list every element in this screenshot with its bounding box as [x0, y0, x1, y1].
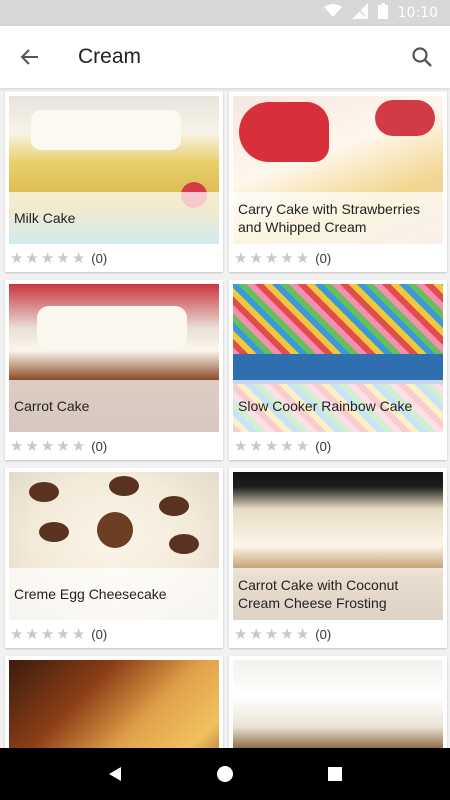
star-icon: ★	[40, 437, 55, 455]
recipe-title: Slow Cooker Rainbow Cake	[233, 380, 443, 432]
rating: ★ ★ ★ ★ ★ (0)	[233, 620, 443, 648]
recipe-card[interactable]: Carrot Cake ★ ★ ★ ★ ★ (0)	[5, 280, 223, 460]
star-icon: ★	[56, 625, 70, 643]
star-icon: ★	[249, 249, 263, 267]
recipe-grid[interactable]: Milk Cake ★ ★ ★ ★ ★ (0) Carry Cake with Stra…	[0, 92, 450, 748]
recipe-image: Milk Cake	[9, 96, 219, 244]
star-icon: ★	[10, 625, 24, 643]
star-icon: ★	[56, 437, 70, 455]
star-icon: ★	[25, 437, 39, 455]
rating: ★ ★ ★ ★ ★ (0)	[9, 244, 219, 272]
recipe-image: Creme Egg Cheesecake	[9, 472, 219, 620]
search-icon	[412, 47, 432, 67]
star-icon: ★	[40, 249, 55, 267]
recipe-card[interactable]: Carrot Cake with Coconut Cream Cheese Fr…	[229, 468, 447, 648]
star-icon: ★	[234, 437, 248, 455]
recipe-card[interactable]: Slow Cooker Rainbow Cake ★ ★ ★ ★ ★ (0)	[229, 280, 447, 460]
arrow-left-icon	[20, 49, 38, 65]
app-bar: Cream	[0, 26, 450, 88]
signal-icon	[351, 3, 368, 23]
star-icon: ★	[71, 625, 86, 643]
star-icon: ★	[10, 437, 24, 455]
star-icon: ★	[295, 249, 310, 267]
recipe-title: Carry Cake with Strawberries and Whipped…	[233, 192, 443, 244]
page-title: Cream	[78, 45, 142, 68]
status-time: 10:10	[397, 5, 438, 21]
star-icon: ★	[280, 437, 294, 455]
nav-home-button[interactable]	[205, 754, 245, 794]
system-nav-bar	[0, 748, 450, 800]
star-icon: ★	[264, 625, 279, 643]
recipe-image: Slow Cooker Rainbow Cake	[233, 284, 443, 432]
recipe-image: Carry Cake with Strawberries and Whipped…	[233, 96, 443, 244]
recipe-card[interactable]	[5, 656, 223, 748]
nav-back-button[interactable]	[95, 754, 135, 794]
nav-recents-button[interactable]	[315, 754, 355, 794]
star-icon: ★	[249, 437, 263, 455]
recipe-title: Milk Cake	[9, 192, 219, 244]
rating-count: (0)	[315, 626, 332, 642]
star-icon: ★	[10, 249, 24, 267]
recipe-image	[233, 660, 443, 748]
star-icon: ★	[249, 625, 263, 643]
rating: ★ ★ ★ ★ ★ (0)	[233, 244, 443, 272]
star-icon: ★	[40, 625, 55, 643]
back-button[interactable]	[0, 26, 60, 88]
star-icon: ★	[295, 625, 310, 643]
rating-count: (0)	[315, 250, 332, 266]
star-icon: ★	[71, 249, 86, 267]
recipe-card[interactable]	[229, 656, 447, 748]
recipe-image	[9, 660, 219, 748]
square-recents-icon	[328, 767, 342, 781]
rating-count: (0)	[91, 438, 108, 454]
recipe-image: Carrot Cake	[9, 284, 219, 432]
recipe-image: Carrot Cake with Coconut Cream Cheese Fr…	[233, 472, 443, 620]
star-icon: ★	[280, 625, 294, 643]
star-icon: ★	[25, 249, 39, 267]
rating: ★ ★ ★ ★ ★ (0)	[9, 620, 219, 648]
rating-count: (0)	[315, 438, 332, 454]
circle-home-icon	[217, 766, 233, 782]
recipe-title: Carrot Cake	[9, 380, 219, 432]
rating: ★ ★ ★ ★ ★ (0)	[9, 432, 219, 460]
battery-icon	[377, 3, 388, 23]
recipe-card[interactable]: Carry Cake with Strawberries and Whipped…	[229, 92, 447, 272]
star-icon: ★	[56, 249, 70, 267]
recipe-title: Creme Egg Cheesecake	[9, 568, 219, 620]
rating-count: (0)	[91, 250, 108, 266]
star-icon: ★	[234, 625, 248, 643]
star-icon: ★	[25, 625, 39, 643]
recipe-card[interactable]: Milk Cake ★ ★ ★ ★ ★ (0)	[5, 92, 223, 272]
recipe-title: Carrot Cake with Coconut Cream Cheese Fr…	[233, 568, 443, 620]
recipe-card[interactable]: Creme Egg Cheesecake ★ ★ ★ ★ ★ (0)	[5, 468, 223, 648]
star-icon: ★	[234, 249, 248, 267]
star-icon: ★	[264, 249, 279, 267]
star-icon: ★	[71, 437, 86, 455]
wifi-icon	[323, 4, 342, 22]
star-icon: ★	[264, 437, 279, 455]
triangle-back-icon	[109, 767, 121, 781]
status-bar: 10:10	[0, 0, 450, 26]
star-icon: ★	[280, 249, 294, 267]
star-icon: ★	[295, 437, 310, 455]
rating: ★ ★ ★ ★ ★ (0)	[233, 432, 443, 460]
search-button[interactable]	[394, 26, 450, 88]
rating-count: (0)	[91, 626, 108, 642]
